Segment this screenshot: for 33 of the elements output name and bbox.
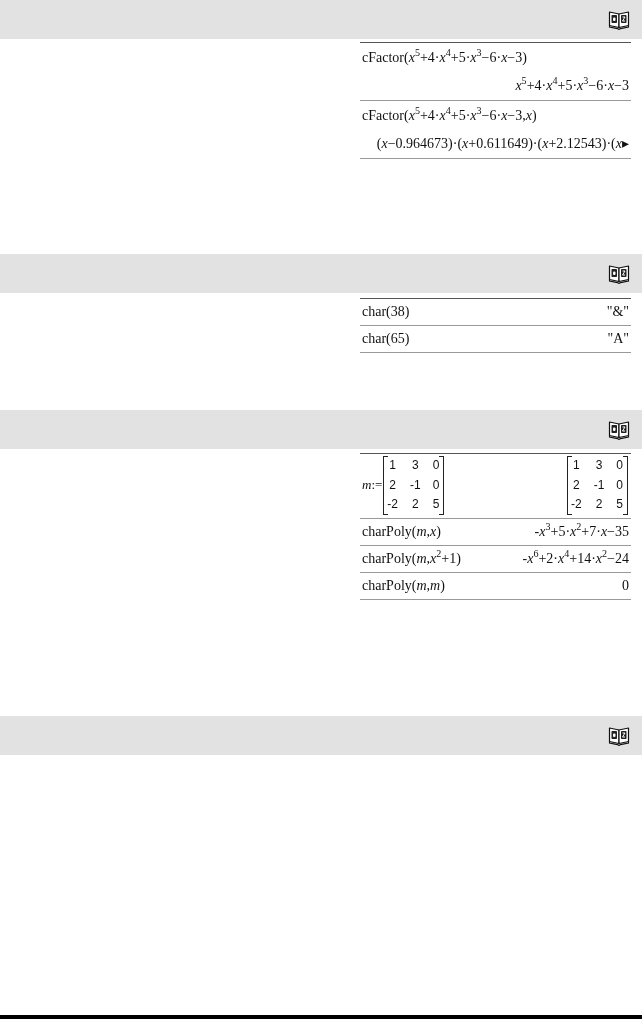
matrix-cell-text: 2 [411,496,420,513]
matrix-cell-text: -1 [593,476,605,494]
result-expression: 0 [622,576,629,595]
matrix-cell-text: -2 [387,496,398,513]
matrix-cell-text: 3 [594,457,604,474]
input-expression: charPoly(m,m) [362,576,445,595]
matrix-cell-text: 2 [388,476,397,494]
result-expression: "&" [606,303,629,321]
matrix-cell-text: 0 [432,476,440,494]
matrix-cell-text: -1 [410,476,421,494]
matrix-cell-text: 2 [571,476,581,494]
input-expression: char(65) [362,330,410,348]
result-expression: (x−0.964673)·(x+0.611649)·(x+2.12543)·(x▸ [376,135,629,153]
matrix-cell-text: 2 [594,496,604,513]
result-expression: x$^{5}$+4·x$^{4}$+5·x$^{3}$−6·x−3 [515,76,629,95]
matrix-cell-text: -2 [570,496,582,513]
matrix-cell-text: 3 [411,457,420,474]
matrix-cell-text: 1 [388,457,397,474]
input-expression: char(38) [362,303,410,321]
matrix-cell-text: 5 [432,496,440,513]
matrix-cell-text: 5 [616,496,623,513]
assignment-text: m:= [362,476,383,495]
result-expression: "A" [607,330,629,348]
matrix-cell-text: 0 [616,476,623,494]
result-expression: -x$^{3}$+5·x$^{2}$+7·x−35 [534,521,629,541]
matrix-cell-text: 0 [616,457,623,474]
result-expression: -x$^{6}$+2·x$^{4}$+14·x$^{2}$−24 [522,548,629,568]
matrix-cell-text: 0 [432,457,440,474]
input-expression: charPoly(m,x) [362,522,441,541]
input-expression: cFactor(x$^{5}$+4·x$^{4}$+5·x$^{3}$−6·x−3) [362,48,527,67]
matrix-cell-text: 1 [571,457,581,474]
input-expression: charPoly(m,x$^{2}$+1) [362,548,461,568]
input-expression: cFactor(x$^{5}$+4·x$^{4}$+5·x$^{3}$−6·x−3,x) [362,106,537,125]
